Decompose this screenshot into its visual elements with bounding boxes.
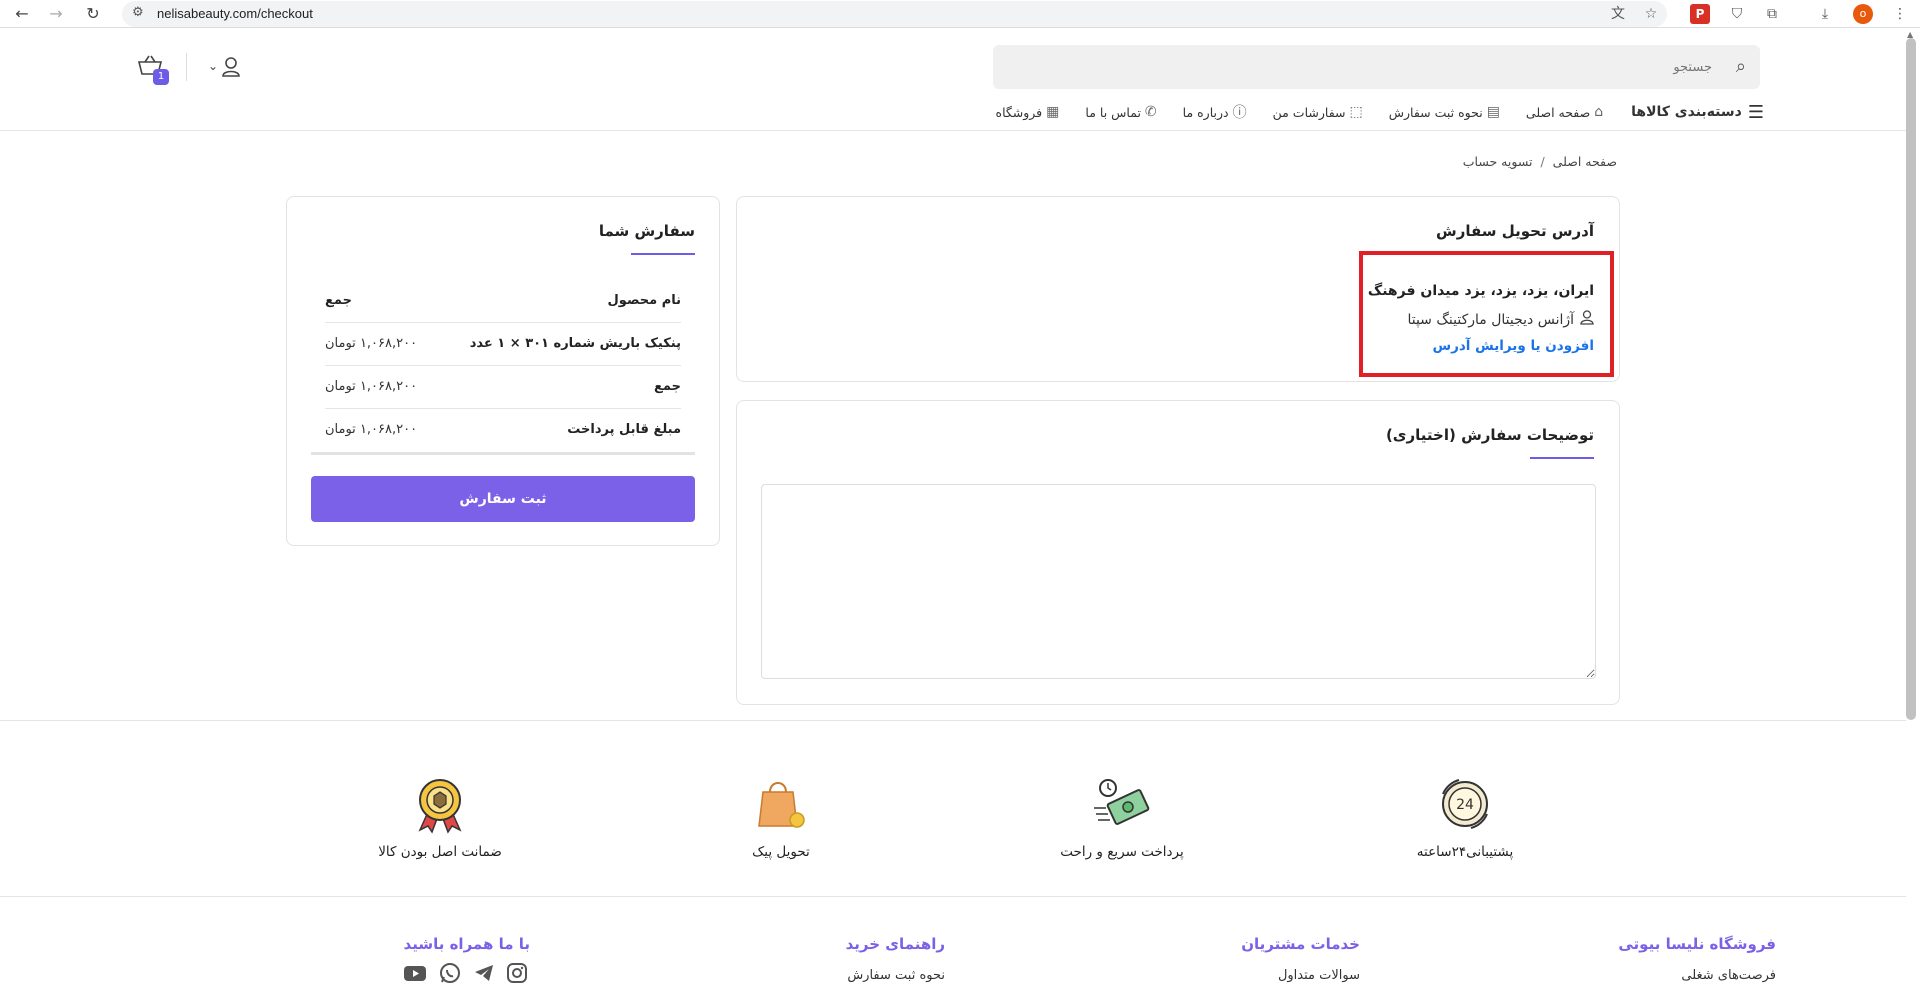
main-nav: ☰ دسته‌بندی کالاها ⌂ صفحه اصلی ▤ نحوه ثبت … (970, 100, 1764, 124)
info-icon: ⓘ (1232, 105, 1247, 121)
back-icon[interactable]: ← (12, 4, 32, 24)
url-text: nelisabeauty.com/checkout (157, 6, 313, 21)
translate-icon[interactable]: 文 (1608, 4, 1628, 24)
nav-item-how-to-order[interactable]: ▤ نحوه ثبت سفارش (1389, 104, 1500, 120)
home-icon: ⌂ (1594, 104, 1604, 120)
footer-col-guide-title: راهنمای خرید (845, 935, 945, 953)
subtotal-value: ۱,۰۶۸,۲۰۰ تومان (325, 379, 418, 394)
order-notes-title-underline (1530, 457, 1594, 459)
nav-item-about[interactable]: ⓘ درباره ما (1183, 102, 1247, 122)
breadcrumb-home[interactable]: صفحه اصلی (1553, 154, 1617, 169)
contact-icon: ✆ (1144, 104, 1157, 120)
browser-menu-icon[interactable]: ⋮ (1890, 4, 1910, 24)
footer-link-careers[interactable]: فرصت‌های شغلی (1681, 968, 1776, 983)
footer-col-social-title: با ما همراه باشید (403, 935, 530, 953)
shield-extension-icon[interactable]: ⛉ (1727, 4, 1747, 24)
recipient-row: آژانس دیجیتال مارکتینگ سپتا (1407, 310, 1594, 329)
cart-button[interactable]: 1 (137, 54, 173, 85)
pdf-extension-icon[interactable]: P (1690, 4, 1710, 24)
total-column-header: جمع (325, 293, 352, 308)
feature-support: 24 پشتیبانی۲۴ساعته (1365, 774, 1565, 860)
page-scrollbar[interactable] (1906, 38, 1916, 720)
reload-icon[interactable]: ↻ (83, 4, 103, 24)
user-account-button[interactable]: ⌄ (205, 54, 245, 80)
downloads-icon[interactable]: ⤓ (1815, 4, 1835, 24)
courier-delivery-icon (758, 782, 805, 828)
feature-label: تحویل پیک (752, 844, 810, 860)
feature-label: پرداخت سریع و راحت (1060, 844, 1184, 860)
table-row: مبلغ قابل پرداخت ۱,۰۶۸,۲۰۰ تومان (325, 410, 681, 452)
nav-item-my-orders[interactable]: ⬚ سفارشات من (1273, 104, 1363, 120)
table-row: پنکیک باریش شماره ۳۰۱ × ۱ عدد ۱,۰۶۸,۲۰۰ … (325, 324, 681, 366)
hamburger-menu-icon: ☰ (1747, 101, 1764, 123)
payable-value: ۱,۰۶۸,۲۰۰ تومان (325, 422, 418, 437)
submit-order-button[interactable]: ثبت سفارش (311, 476, 695, 522)
product-name: پنکیک باریش شماره ۳۰۱ × ۱ عدد (469, 336, 681, 351)
header-divider (186, 53, 187, 81)
document-icon: ▤ (1486, 104, 1500, 120)
order-summary-title: سفارش شما (598, 222, 695, 240)
site-settings-icon[interactable]: ⚙ (132, 5, 144, 20)
footer-link-faq[interactable]: سوالات متداول (1278, 968, 1360, 983)
delivery-address-title: آدرس تحویل سفارش (1436, 222, 1594, 240)
edit-address-link[interactable]: افزودن یا ویرایش آدرس (1432, 338, 1594, 354)
user-icon (1580, 310, 1594, 329)
bookmark-star-icon[interactable]: ☆ (1641, 4, 1661, 24)
nav-item-home[interactable]: ⌂ صفحه اصلی (1526, 104, 1603, 120)
breadcrumb-separator: / (1540, 154, 1545, 169)
chevron-down-icon: ⌄ (208, 59, 219, 73)
header-separator (0, 130, 1906, 131)
order-summary-title-underline (631, 253, 695, 255)
footer-separator (0, 896, 1906, 897)
user-icon (222, 57, 240, 77)
feature-delivery: تحویل پیک (681, 774, 881, 860)
order-notes-textarea[interactable] (761, 484, 1596, 679)
content-separator (0, 720, 1906, 721)
telegram-icon[interactable] (472, 962, 496, 986)
extensions-puzzle-icon[interactable]: ⧉ (1762, 4, 1782, 24)
feature-label: پشتیبانی۲۴ساعته (1416, 844, 1514, 860)
search-icon[interactable]: ⌕ (1736, 56, 1746, 77)
site-search[interactable]: ⌕ (993, 45, 1760, 89)
youtube-icon[interactable] (403, 962, 427, 986)
cart-count-badge: 1 (153, 69, 169, 85)
feature-authenticity: ضمانت اصل بودن کالا (340, 774, 540, 860)
footer-link-how-to-order[interactable]: نحوه ثبت سفارش (847, 968, 945, 983)
footer-col-services-title: خدمات مشتریان (1241, 935, 1360, 953)
feature-payment: پرداخت سریع و راحت (1022, 774, 1222, 860)
nav-categories[interactable]: ☰ دسته‌بندی کالاها (1631, 102, 1764, 123)
search-input[interactable] (1012, 45, 1712, 89)
authenticity-badge-icon (418, 779, 462, 834)
feature-label: ضمانت اصل بودن کالا (378, 844, 502, 860)
recipient-name: آژانس دیجیتال مارکتینگ سپتا (1407, 311, 1574, 328)
browser-toolbar: ← → ↻ ⚙ nelisabeauty.com/checkout 文 ☆ P … (0, 0, 1920, 28)
product-column-header: نام محصول (607, 293, 681, 308)
summary-divider (311, 452, 695, 455)
table-row: جمع ۱,۰۶۸,۲۰۰ تومان (325, 367, 681, 409)
store-icon: ▦ (1046, 104, 1060, 120)
payable-label: مبلغ قابل پرداخت (567, 422, 681, 437)
footer-col-store-title: فروشگاه نلیسا بیوتی (1618, 935, 1776, 953)
support-24h-icon: 24 (1442, 779, 1488, 829)
nav-item-shop[interactable]: ▦ فروشگاه (996, 104, 1060, 120)
instagram-icon[interactable] (505, 962, 529, 986)
nav-item-contact[interactable]: ✆ تماس با ما (1085, 104, 1156, 120)
address-text: ایران، یزد، یزد، یزد میدان فرهنگ (1367, 283, 1594, 299)
breadcrumb: صفحه اصلی / تسویه حساب (1463, 154, 1617, 169)
whatsapp-icon[interactable] (438, 962, 462, 986)
order-table-header: نام محصول جمع (325, 281, 681, 323)
address-bar[interactable]: ⚙ nelisabeauty.com/checkout (122, 1, 1667, 27)
subtotal-label: جمع (654, 379, 681, 394)
profile-avatar[interactable]: o (1853, 4, 1873, 24)
product-price: ۱,۰۶۸,۲۰۰ تومان (325, 336, 418, 351)
svg-text:24: 24 (1456, 797, 1474, 813)
breadcrumb-current: تسویه حساب (1462, 154, 1533, 169)
forward-icon[interactable]: → (46, 4, 66, 24)
fast-payment-icon (1094, 779, 1150, 825)
order-notes-title: توضیحات سفارش (اختیاری) (1385, 426, 1594, 444)
box-icon: ⬚ (1349, 104, 1363, 120)
